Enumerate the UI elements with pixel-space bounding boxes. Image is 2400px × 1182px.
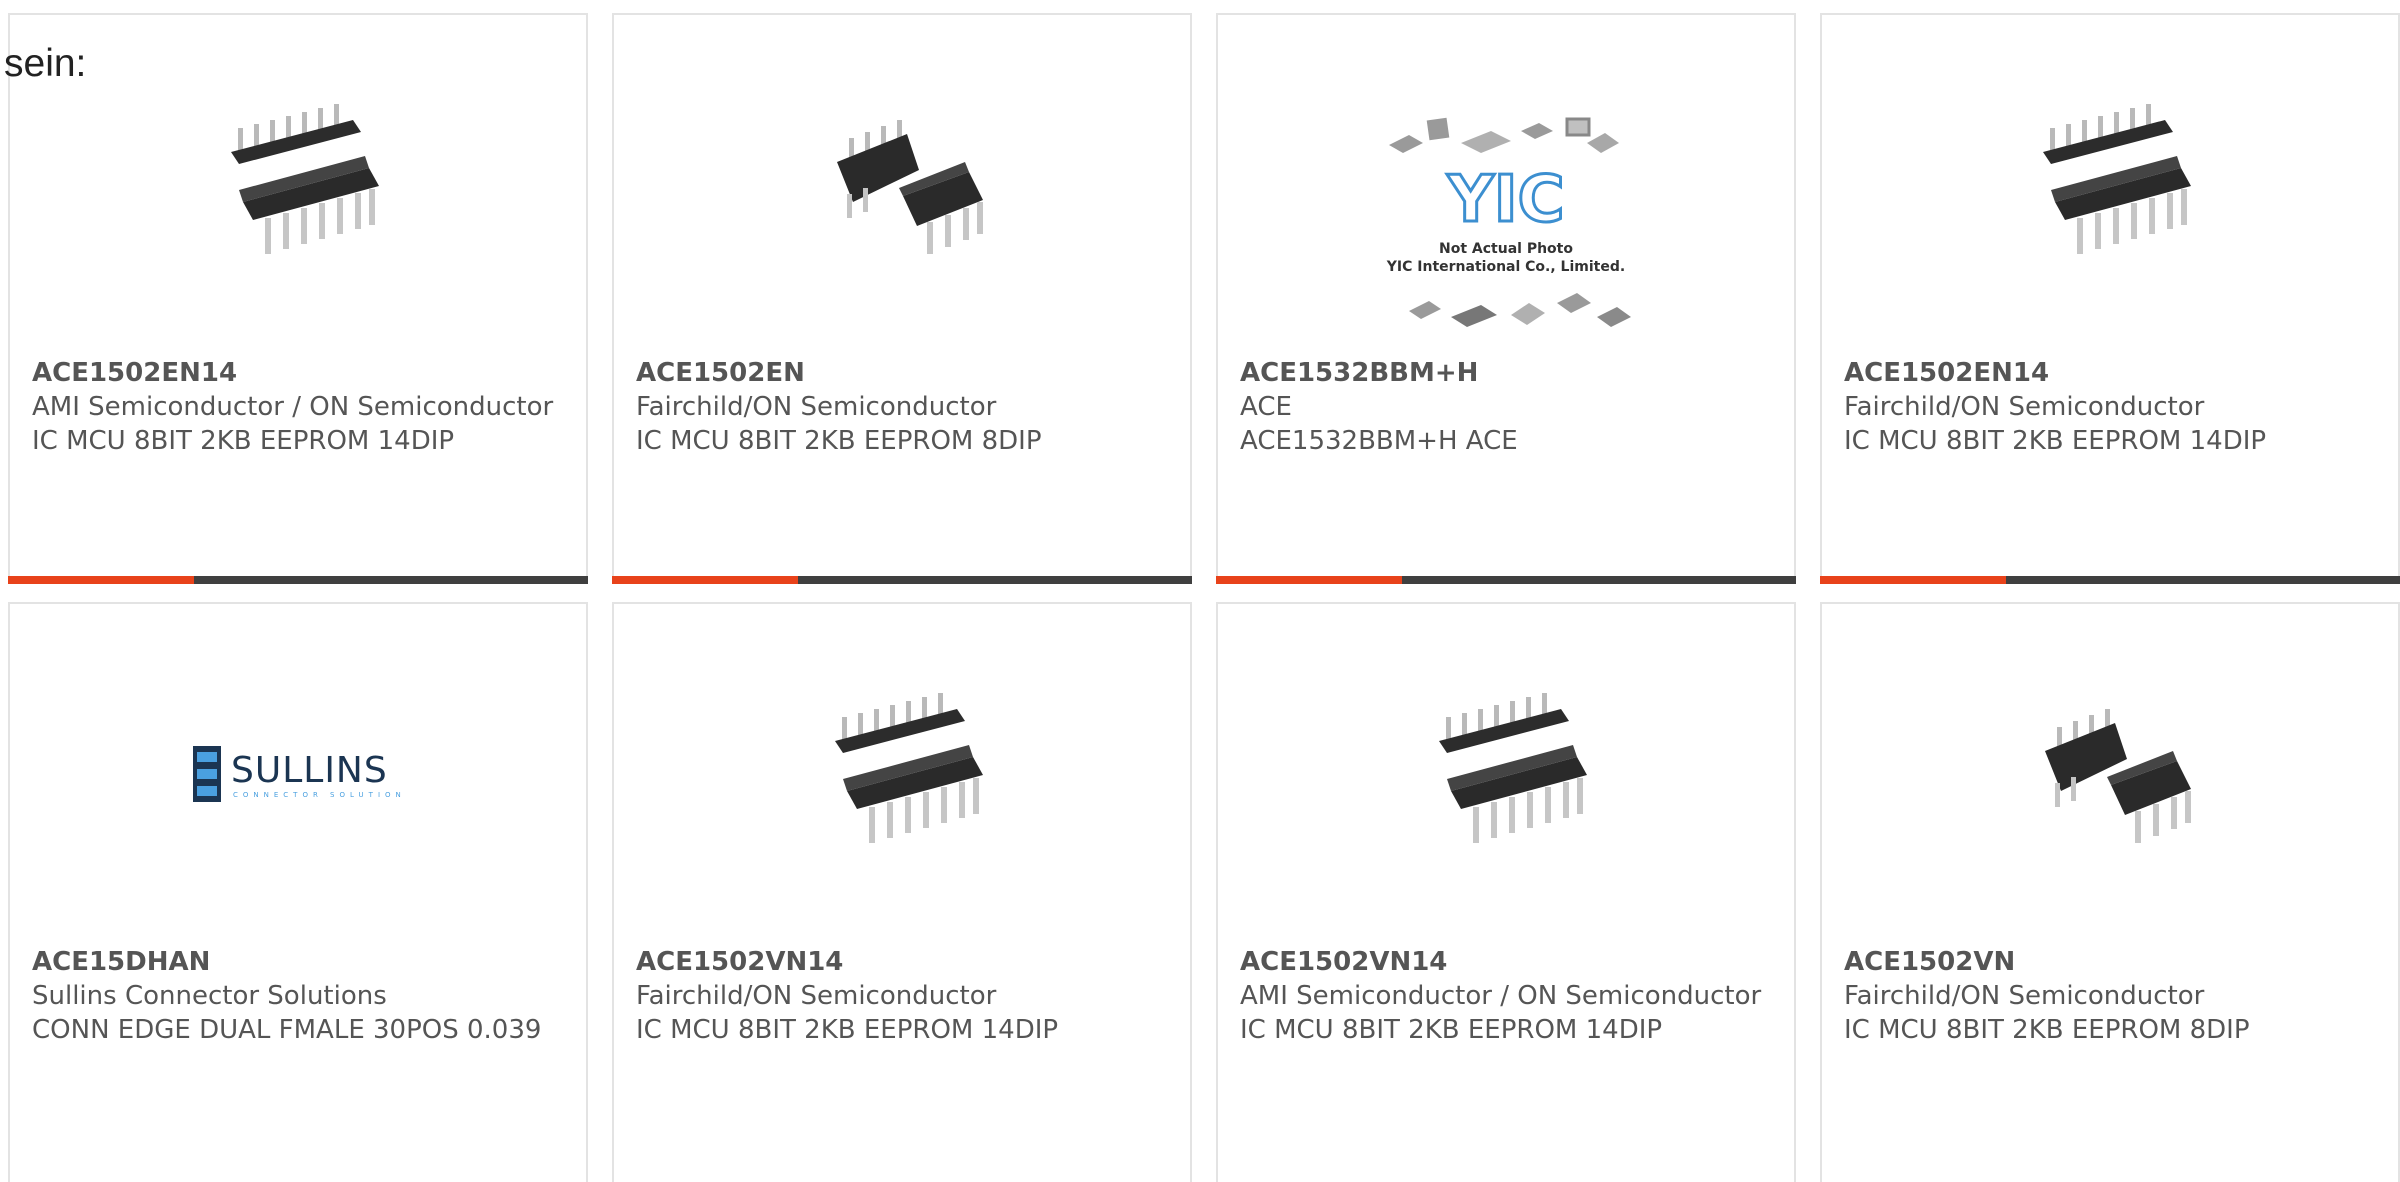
dip8-chip-icon xyxy=(802,85,1002,285)
manufacturer: AMI Semiconductor / ON Semiconductor xyxy=(1240,981,1762,1011)
manufacturer: ACE xyxy=(1240,392,1292,422)
product-card[interactable]: ACE1502VN Fairchild/ON Semiconductor IC … xyxy=(1820,602,2400,1182)
description: CONN EDGE DUAL FMALE 30POS 0.039 xyxy=(32,1015,542,1045)
sullins-tagline-text: CONNECTOR SOLUTIONS xyxy=(233,791,405,799)
card-progress-bar xyxy=(1820,576,2400,584)
product-card[interactable]: YIC Not Actual Photo YIC International C… xyxy=(1216,13,1796,584)
dip8-chip-icon xyxy=(2010,674,2210,874)
product-card[interactable]: ACE1502EN14 AMI Semiconductor / ON Semic… xyxy=(8,13,588,584)
part-number[interactable]: ACE15DHAN xyxy=(32,945,564,979)
part-number[interactable]: ACE1502EN xyxy=(636,356,1168,390)
yic-placeholder-icon: YIC Not Actual Photo YIC International C… xyxy=(1361,103,1651,363)
sullins-logo-text: SULLINS xyxy=(231,750,388,791)
description: ACE1532BBM+H ACE xyxy=(1240,426,1518,456)
yic-company-text: YIC International Co., Limited. xyxy=(1386,259,1625,275)
dip14-chip-icon xyxy=(802,674,1002,874)
part-number[interactable]: ACE1502VN xyxy=(1844,945,2376,979)
card-progress-bar xyxy=(612,576,1192,584)
manufacturer: Fairchild/ON Semiconductor xyxy=(1844,981,2205,1011)
description: IC MCU 8BIT 2KB EEPROM 14DIP xyxy=(1844,426,2267,456)
dip14-chip-icon xyxy=(2010,85,2210,285)
sullins-logo: SULLINS CONNECTOR SOLUTIONS xyxy=(188,674,408,874)
manufacturer: Fairchild/ON Semiconductor xyxy=(1844,392,2205,422)
part-number[interactable]: ACE1502EN14 xyxy=(32,356,564,390)
part-number[interactable]: ACE1502VN14 xyxy=(1240,945,1772,979)
description: IC MCU 8BIT 2KB EEPROM 14DIP xyxy=(636,1015,1059,1045)
dip14-chip-icon xyxy=(1406,674,1606,874)
product-card[interactable]: ACE1502VN14 AMI Semiconductor / ON Semic… xyxy=(1216,602,1796,1182)
product-card[interactable]: SULLINS CONNECTOR SOLUTIONS ACE15DHAN Su… xyxy=(8,602,588,1182)
intro-text: sein: xyxy=(4,42,87,85)
product-card[interactable]: ACE1502VN14 Fairchild/ON Semiconductor I… xyxy=(612,602,1192,1182)
dip14-chip-icon xyxy=(198,85,398,285)
part-number[interactable]: ACE1532BBM+H xyxy=(1240,356,1772,390)
card-progress-bar xyxy=(8,576,588,584)
product-card[interactable]: ACE1502EN14 Fairchild/ON Semiconductor I… xyxy=(1820,13,2400,584)
yic-logo-text: YIC xyxy=(1446,163,1564,237)
part-number[interactable]: ACE1502VN14 xyxy=(636,945,1168,979)
manufacturer: Fairchild/ON Semiconductor xyxy=(636,392,997,422)
product-card[interactable]: ACE1502EN Fairchild/ON Semiconductor IC … xyxy=(612,13,1192,584)
card-progress-bar xyxy=(1216,576,1796,584)
part-number[interactable]: ACE1502EN14 xyxy=(1844,356,2376,390)
not-actual-photo-text: Not Actual Photo xyxy=(1439,241,1573,257)
description: IC MCU 8BIT 2KB EEPROM 8DIP xyxy=(1844,1015,2250,1045)
manufacturer: Fairchild/ON Semiconductor xyxy=(636,981,997,1011)
manufacturer: AMI Semiconductor / ON Semiconductor xyxy=(32,392,554,422)
description: IC MCU 8BIT 2KB EEPROM 14DIP xyxy=(1240,1015,1663,1045)
manufacturer: Sullins Connector Solutions xyxy=(32,981,387,1011)
description: IC MCU 8BIT 2KB EEPROM 8DIP xyxy=(636,426,1042,456)
description: IC MCU 8BIT 2KB EEPROM 14DIP xyxy=(32,426,455,456)
